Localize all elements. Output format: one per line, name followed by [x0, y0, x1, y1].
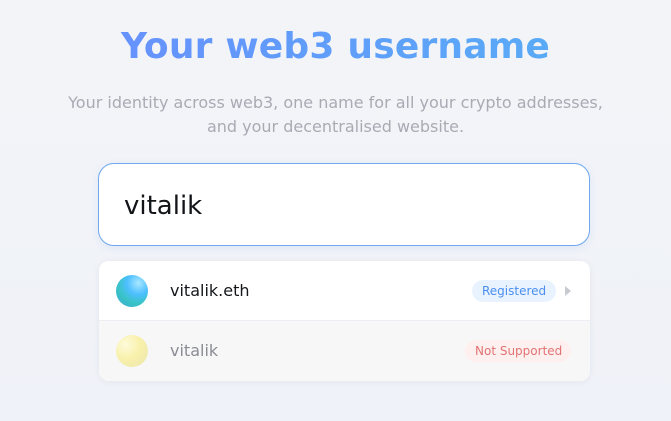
page-subtitle: Your identity across web3, one name for … — [0, 91, 671, 139]
page-background: Your web3 username Your identity across … — [0, 0, 671, 421]
avatar — [116, 335, 148, 367]
status-badge: Not Supported — [465, 340, 571, 362]
result-name: vitalik — [170, 341, 219, 360]
subtitle-line-1: Your identity across web3, one name for … — [68, 93, 603, 112]
chevron-right-icon — [565, 286, 571, 296]
result-row-unsupported: vitalik Not Supported — [99, 321, 590, 381]
subtitle-line-2: and your decentralised website. — [206, 117, 465, 136]
page-title: Your web3 username — [0, 23, 671, 71]
search-results: vitalik.eth Registered vitalik Not Suppo… — [99, 261, 590, 381]
status-badge: Registered — [472, 280, 556, 302]
result-row-registered[interactable]: vitalik.eth Registered — [99, 261, 590, 321]
result-name: vitalik.eth — [170, 281, 250, 300]
search-input[interactable] — [124, 164, 564, 247]
avatar — [116, 275, 148, 307]
search-box[interactable] — [98, 163, 590, 247]
